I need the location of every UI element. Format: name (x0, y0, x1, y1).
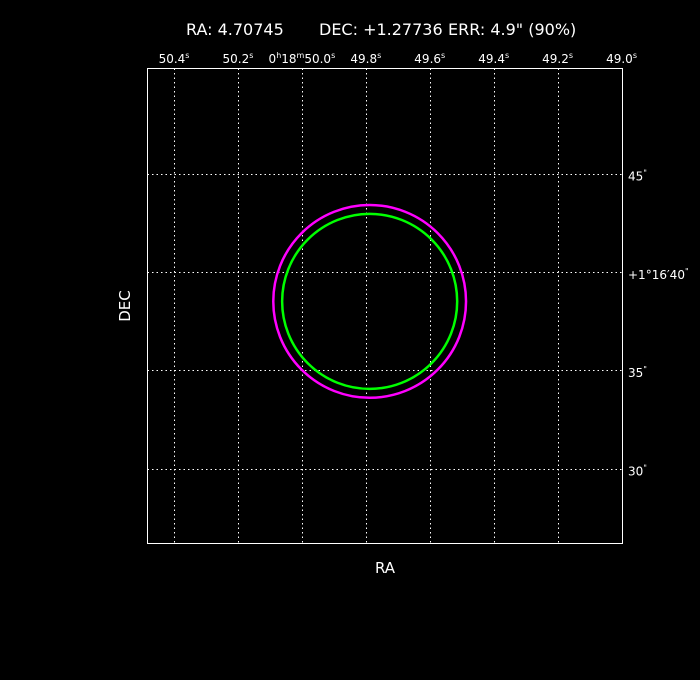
x-tick-label-1: 50.2s (223, 51, 254, 66)
x-tick-label-2: 0h18m50.0s (269, 51, 336, 66)
error-circles (272, 203, 468, 400)
x-tick-label-7: 49.0s (606, 51, 637, 66)
sky-plot: RA: 4.70745 DEC: +1.27736 ERR: 4.9" (90%… (116, 20, 689, 577)
x-tick-label-0: 50.4s (159, 51, 190, 66)
green-error-circle (280, 212, 459, 391)
y-tick-label-2: 35" (628, 365, 647, 380)
y-tick-label-1: +1°16′40" (628, 267, 689, 282)
x-axis-label: RA (375, 559, 396, 577)
x-tick-label-4: 49.6s (414, 51, 445, 66)
x-tick-labels: 50.4s 50.2s 0h18m50.0s 49.8s 49.6s 49.4s 49.2s… (159, 51, 637, 66)
x-tick-label-6: 49.2s (542, 51, 573, 66)
magenta-error-circle (272, 203, 468, 400)
grid-lines (147, 68, 623, 544)
plot-frame (147, 68, 623, 544)
y-tick-label-0: 45" (628, 169, 647, 184)
y-tick-labels: 45" +1°16′40" 35" 30" (628, 169, 689, 479)
y-tick-label-3: 30" (628, 464, 647, 479)
header-line: RA: 4.70745 DEC: +1.27736 ERR: 4.9" (90%… (186, 20, 576, 39)
ra-readout: RA: 4.70745 (186, 20, 284, 39)
dec-readout: DEC: +1.27736 (319, 20, 443, 39)
y-axis-label: DEC (116, 290, 134, 322)
x-tick-label-5: 49.4s (478, 51, 509, 66)
err-readout: ERR: 4.9" (90%) (448, 20, 576, 39)
x-tick-label-3: 49.8s (350, 51, 381, 66)
